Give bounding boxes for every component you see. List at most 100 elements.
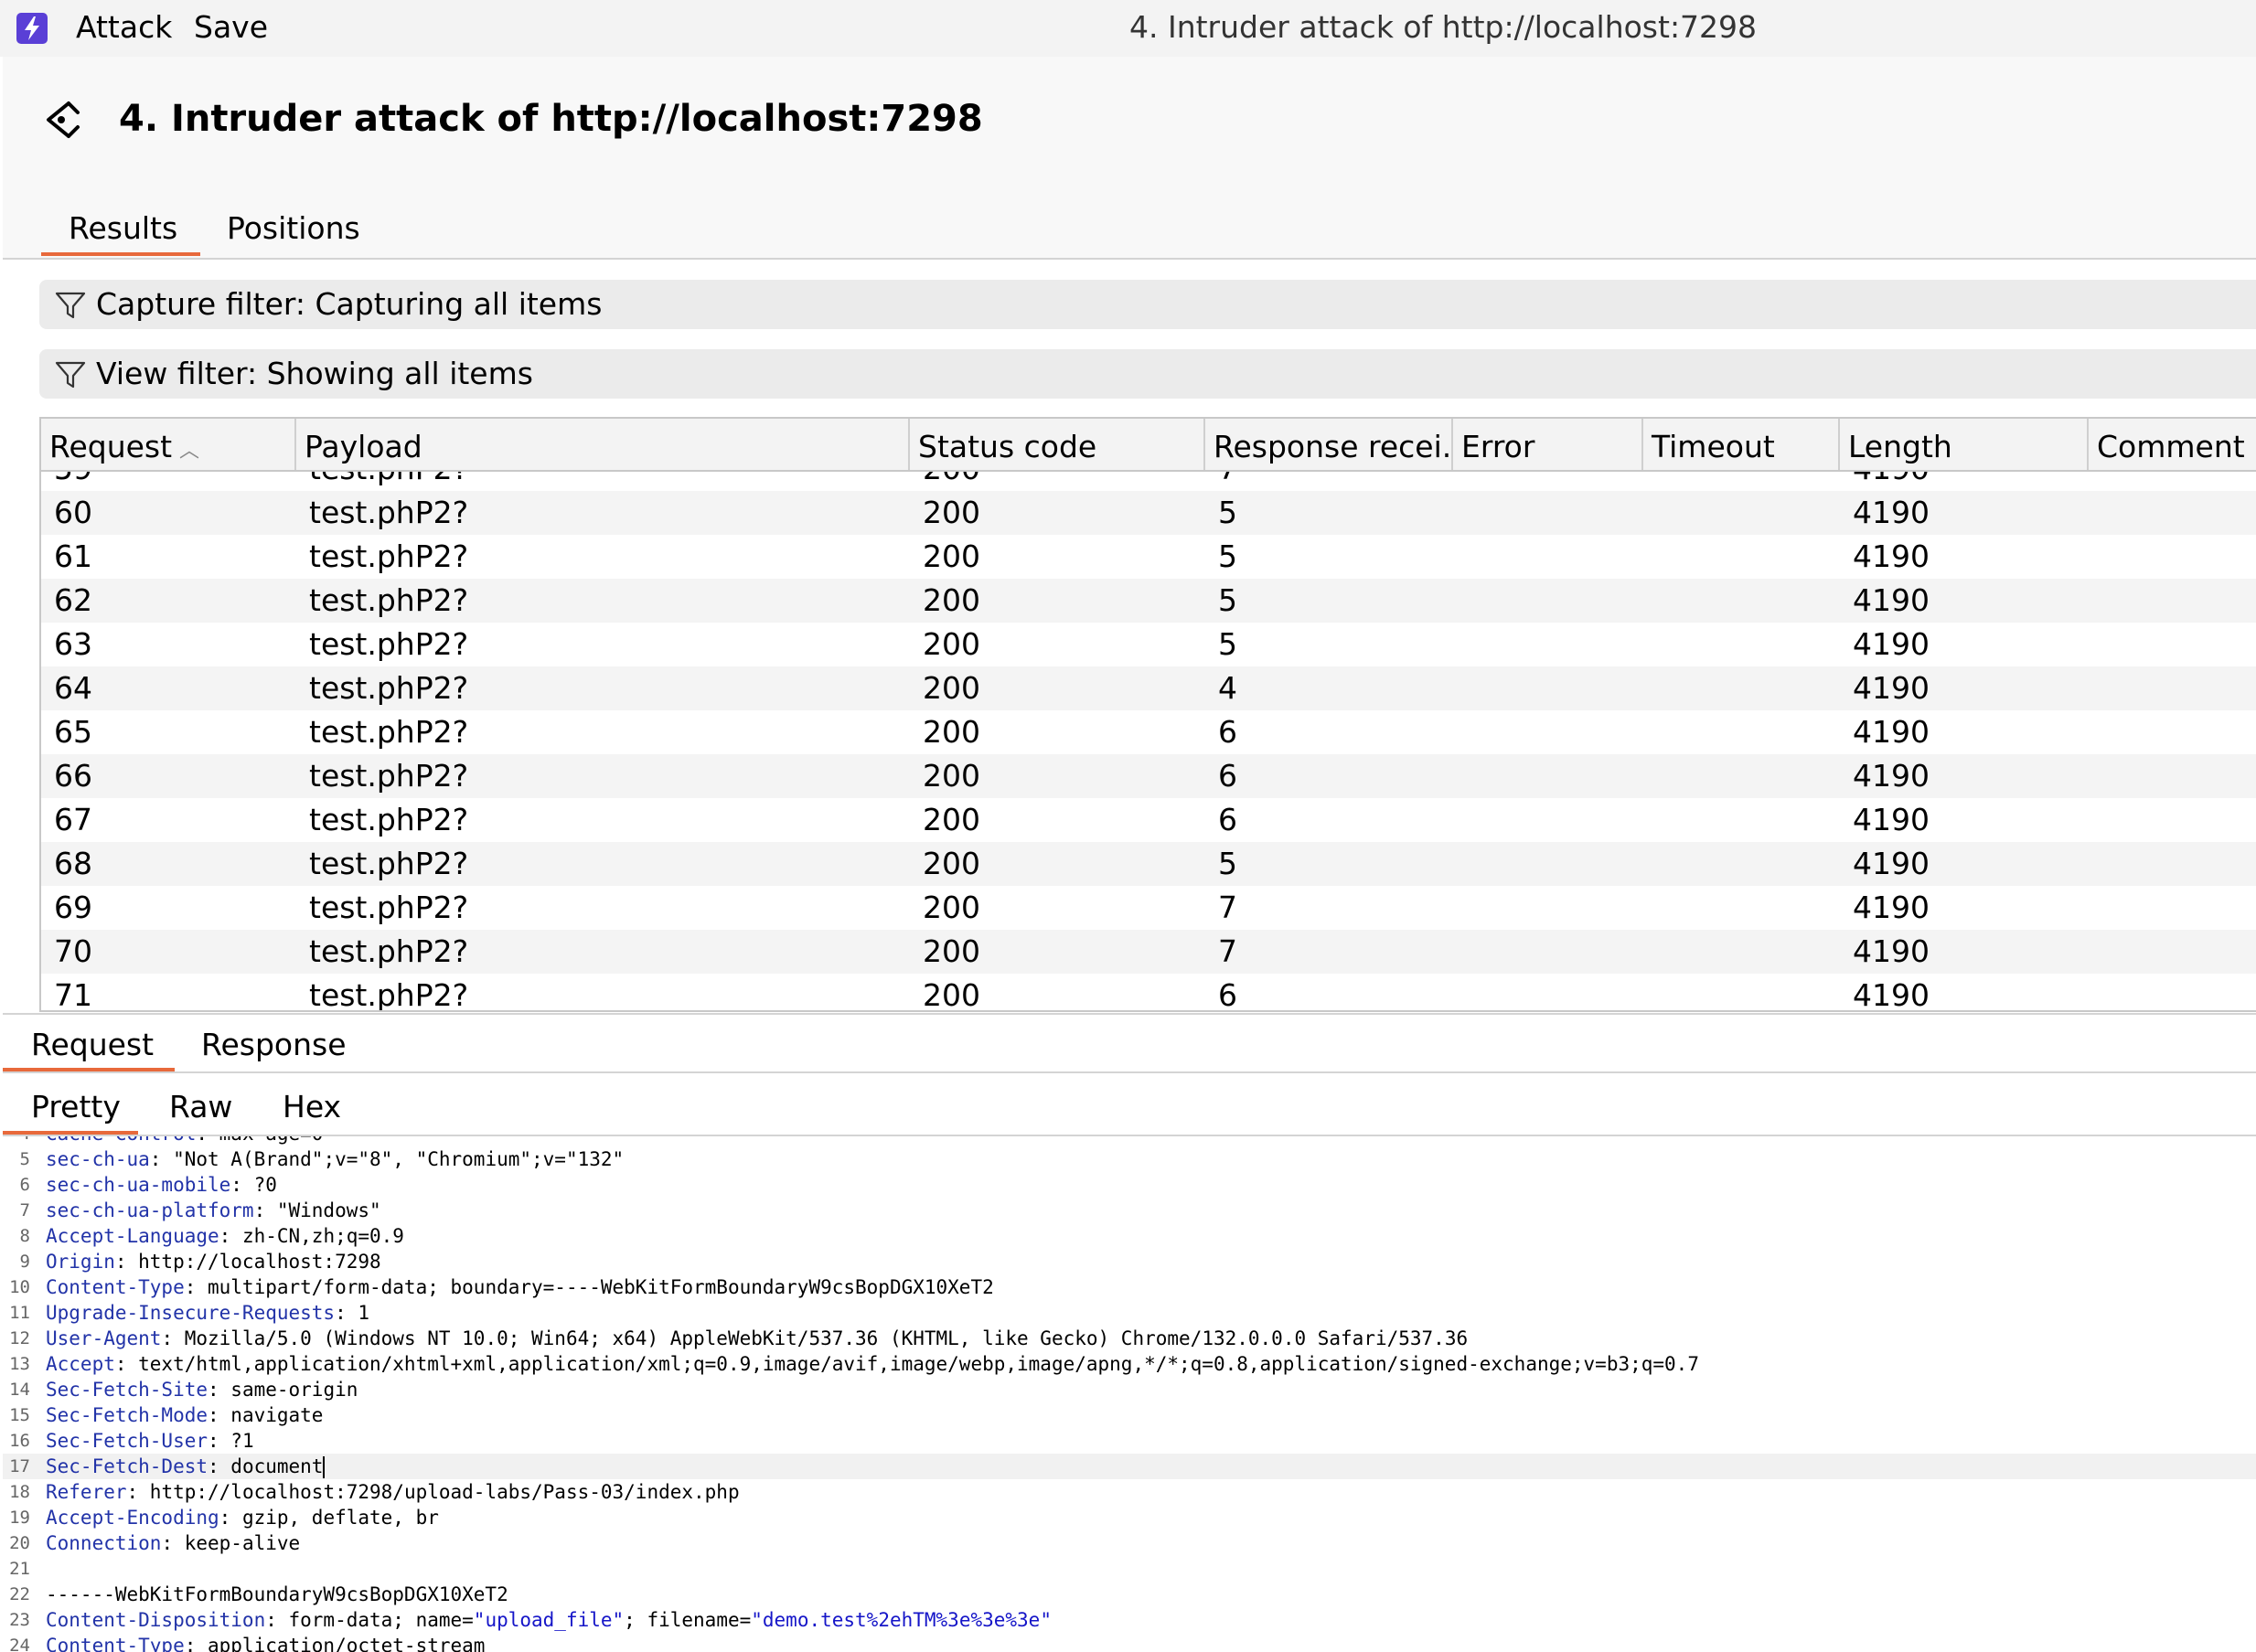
code-line: 21 [3, 1556, 2256, 1582]
header-value: : text/html,application/xhtml+xml,applic… [114, 1353, 1699, 1375]
cell-status-code: 200 [923, 890, 980, 925]
divider [3, 1013, 2256, 1015]
header-key: Content-Disposition [46, 1609, 266, 1631]
cell-response-received: 5 [1218, 582, 1237, 618]
table-row[interactable]: 69 test.phP2? 200 7 4190 [41, 886, 2256, 930]
cell-payload: test.phP2? [309, 933, 469, 969]
code-line: 17 Sec-Fetch-Dest: document [3, 1454, 2256, 1479]
table-row[interactable]: 62 test.phP2? 200 5 4190 [41, 579, 2256, 623]
header-value: : ?0 [230, 1174, 277, 1196]
cell-length: 4190 [1853, 670, 1930, 706]
code-line: 23 Content-Disposition: form-data; name="… [3, 1607, 2256, 1633]
line-number: 16 [9, 1431, 30, 1451]
sort-ascending-icon: ︿ [179, 440, 200, 463]
code-content: Sec-Fetch-Mode: navigate [46, 1402, 323, 1428]
table-row[interactable]: 70 test.phP2? 200 7 4190 [41, 930, 2256, 974]
table-row[interactable]: 60 test.phP2? 200 5 4190 [41, 491, 2256, 535]
cell-length: 4190 [1853, 890, 1930, 925]
column-length[interactable]: Length [1840, 419, 2089, 470]
cell-payload: test.phP2? [309, 495, 469, 530]
cell-payload: test.phP2? [309, 670, 469, 706]
capture-filter-label: Capture filter: Capturing all items [96, 286, 603, 322]
header-key: Referer [46, 1481, 127, 1503]
line-number: 5 [19, 1149, 30, 1169]
table-row[interactable]: 61 test.phP2? 200 5 4190 [41, 535, 2256, 579]
cell-status-code: 200 [923, 977, 980, 1010]
window-titlebar: Attack Save 4. Intruder attack of http:/… [0, 0, 2256, 57]
cell-response-received: 7 [1205, 472, 1237, 491]
cell-status-code: 200 [923, 758, 980, 794]
header-value: : max-age=0 [196, 1136, 323, 1145]
cell-response-received: 5 [1218, 846, 1237, 881]
cell-request-id: 70 [54, 933, 92, 969]
cell-response-received: 6 [1218, 758, 1237, 794]
cell-payload: test.phP2? [296, 472, 468, 491]
code-content: Content-Type: multipart/form-data; bound… [46, 1274, 994, 1300]
tab-raw[interactable]: Raw [169, 1084, 232, 1130]
cell-length: 4190 [1853, 714, 1930, 750]
cell-request-id: 60 [54, 495, 92, 530]
cell-length: 4190 [1853, 626, 1930, 662]
cell-status-code: 200 [923, 802, 980, 837]
cell-response-received: 6 [1218, 977, 1237, 1010]
column-timeout[interactable]: Timeout [1643, 419, 1840, 470]
filter-icon [55, 361, 86, 389]
menu-save[interactable]: Save [194, 5, 268, 49]
string-value: "upload_file" [473, 1609, 625, 1631]
line-number: 6 [19, 1175, 30, 1195]
table-row[interactable]: 67 test.phP2? 200 6 4190 [41, 798, 2256, 842]
code-content: Accept-Encoding: gzip, deflate, br [46, 1505, 439, 1530]
code-line: 16 Sec-Fetch-User: ?1 [3, 1428, 2256, 1454]
column-error[interactable]: Error [1453, 419, 1643, 470]
table-row[interactable]: 68 test.phP2? 200 5 4190 [41, 842, 2256, 886]
header-key: Sec-Fetch-Mode [46, 1404, 208, 1426]
code-content: sec-ch-ua-platform: "Windows" [46, 1198, 381, 1223]
header-key: Sec-Fetch-Dest [46, 1455, 208, 1477]
code-line: 20 Connection: keep-alive [3, 1530, 2256, 1556]
cell-length: 4190 [1853, 802, 1930, 837]
code-content: Cache-Control: max-age=0 [46, 1136, 323, 1146]
tab-hex[interactable]: Hex [283, 1084, 341, 1130]
tab-positions[interactable]: Positions [227, 206, 360, 251]
table-row[interactable]: 64 test.phP2? 200 4 4190 [41, 666, 2256, 710]
line-number: 23 [9, 1610, 30, 1630]
header-key: sec-ch-ua-platform [46, 1199, 254, 1221]
cell-length: 4190 [1853, 977, 1930, 1010]
tab-results[interactable]: Results [69, 206, 177, 251]
cell-request-id: 61 [54, 538, 92, 574]
column-status-code[interactable]: Status code [910, 419, 1205, 470]
line-number: 18 [9, 1482, 30, 1502]
view-filter-bar[interactable]: View filter: Showing all items [39, 349, 2256, 399]
cell-request-id: 68 [54, 846, 92, 881]
cell-status-code: 200 [923, 933, 980, 969]
code-line: 5 sec-ch-ua: "Not A(Brand";v="8", "Chromi… [3, 1146, 2256, 1172]
request-editor[interactable]: 4 Cache-Control: max-age=0 5 sec-ch-ua: "No… [3, 1136, 2256, 1652]
header-key: Connection [46, 1532, 162, 1554]
menu-attack[interactable]: Attack [76, 5, 172, 49]
table-row[interactable]: 66 test.phP2? 200 6 4190 [41, 754, 2256, 798]
table-row[interactable]: 59 test.phP2? 200 7 4190 [41, 472, 2256, 491]
table-row[interactable]: 71 test.phP2? 200 6 4190 [41, 974, 2256, 1010]
column-comment[interactable]: Comment [2089, 419, 2256, 470]
table-body: 59 test.phP2? 200 7 4190 60 test.phP2? 200 5 4190… [41, 472, 2256, 1010]
code-line: 19 Accept-Encoding: gzip, deflate, br [3, 1505, 2256, 1530]
cell-status-code: 200 [910, 472, 980, 491]
column-request[interactable]: Request ︿ [41, 419, 296, 470]
cell-status-code: 200 [923, 538, 980, 574]
code-line: 9 Origin: http://localhost:7298 [3, 1249, 2256, 1274]
tab-pretty[interactable]: Pretty [31, 1084, 121, 1130]
column-payload[interactable]: Payload [296, 419, 910, 470]
table-row[interactable]: 65 test.phP2? 200 6 4190 [41, 710, 2256, 754]
code-line: 6 sec-ch-ua-mobile: ?0 [3, 1172, 2256, 1198]
code-lines: 4 Cache-Control: max-age=0 5 sec-ch-ua: "No… [3, 1136, 2256, 1652]
cell-payload: test.phP2? [309, 626, 469, 662]
table-row[interactable]: 63 test.phP2? 200 5 4190 [41, 623, 2256, 666]
cell-request-id: 62 [54, 582, 92, 618]
cell-payload: test.phP2? [309, 977, 469, 1010]
column-response-received[interactable]: Response recei... [1205, 419, 1453, 470]
capture-filter-bar[interactable]: Capture filter: Capturing all items [39, 280, 2256, 329]
tab-request[interactable]: Request [31, 1022, 154, 1068]
tab-response[interactable]: Response [201, 1022, 347, 1068]
line-number: 13 [9, 1354, 30, 1374]
code-line: 22 ------WebKitFormBoundaryW9csBopDGX10Xe… [3, 1582, 2256, 1607]
